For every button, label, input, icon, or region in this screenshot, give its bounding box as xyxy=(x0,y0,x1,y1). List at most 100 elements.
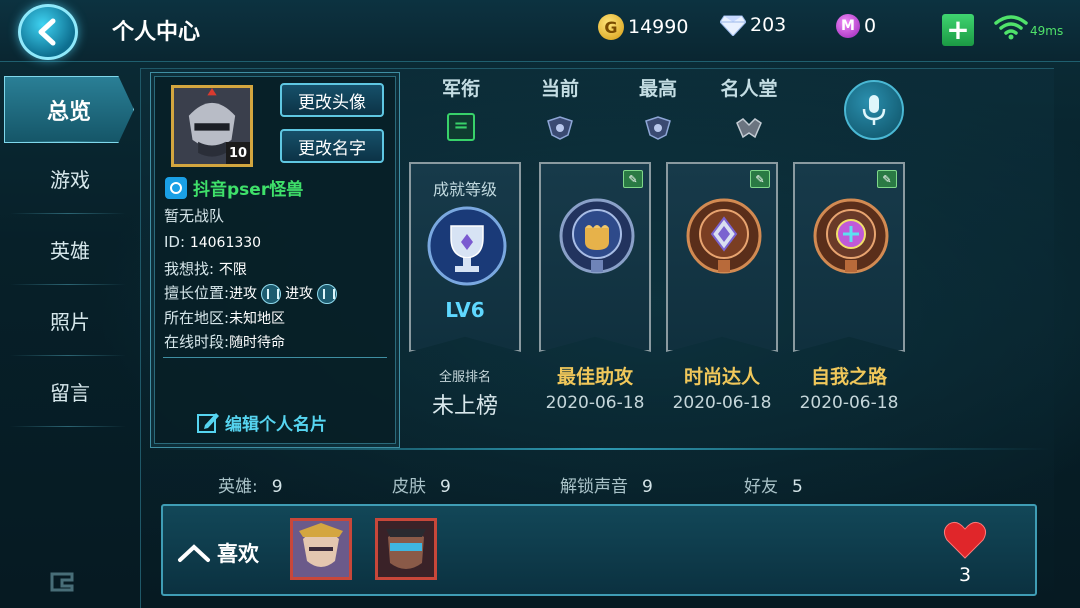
likes-toggle[interactable]: 喜欢 xyxy=(177,538,259,568)
stat-skins-label: 皮肤 xyxy=(392,477,426,497)
achievement-banner[interactable]: ✎ xyxy=(539,162,651,352)
looking-for-value: 不限 xyxy=(218,262,247,278)
nickname-row: 抖音pser怪兽 xyxy=(165,175,303,200)
hero-portrait-icon xyxy=(378,521,434,577)
achievement-level-title: 成就等级 xyxy=(432,180,497,199)
rank-highest[interactable]: 最高 xyxy=(613,74,703,145)
edit-icon xyxy=(197,413,219,433)
stat-voices: 解锁声音 9 xyxy=(560,472,653,497)
nickname: 抖音pser怪兽 xyxy=(193,180,304,200)
edit-card-button[interactable]: 编辑个人名片 xyxy=(195,409,327,435)
achievement-name: 自我之路 xyxy=(810,366,887,388)
achievement-level-value: LV6 xyxy=(445,298,485,322)
ping-value: 49ms xyxy=(1030,24,1064,38)
id-row: ID: 14061330 xyxy=(164,233,261,251)
stat-friends: 好友 5 xyxy=(744,472,803,497)
sidebar-item-messages[interactable]: 留言 xyxy=(0,356,140,427)
looking-for-label: 我想找: xyxy=(164,260,215,278)
achievement-name: 时尚达人 xyxy=(683,366,760,388)
position-value: 进攻 xyxy=(285,286,314,302)
position-attack-icon xyxy=(317,283,338,304)
online-row: 在线时段:随时待命 xyxy=(164,331,285,352)
microphone-icon xyxy=(862,95,886,125)
fist-medal-icon xyxy=(559,198,635,274)
trophy-icon xyxy=(427,206,507,286)
region-row: 所在地区:未知地区 xyxy=(164,307,285,328)
sidebar-item-photos[interactable]: 照片 xyxy=(0,285,140,356)
game-logo-icon xyxy=(50,572,74,592)
edit-icon[interactable]: ✎ xyxy=(750,170,770,188)
achievement-date: 2020-06-18 xyxy=(545,393,645,413)
position-attack-icon xyxy=(261,283,282,304)
avatar[interactable]: 10 xyxy=(171,85,253,167)
rank-equal-icon: = xyxy=(447,113,475,141)
stat-heroes-label: 英雄: xyxy=(218,477,258,497)
sidebar-item-heroes[interactable]: 英雄 xyxy=(0,214,140,285)
hall-of-fame-icon xyxy=(736,118,762,139)
region-label: 所在地区: xyxy=(164,309,230,327)
change-avatar-button[interactable]: 更改头像 xyxy=(280,83,384,117)
online-value: 随时待命 xyxy=(229,335,286,351)
edit-icon[interactable]: ✎ xyxy=(877,170,897,188)
edit-icon[interactable]: ✎ xyxy=(623,170,643,188)
voucher-amount: 0 xyxy=(864,15,877,37)
rank-current-label: 当前 xyxy=(540,78,579,100)
sidebar-item-overview[interactable]: 总览 xyxy=(4,76,134,143)
achievement-banner[interactable]: ✎ xyxy=(666,162,778,352)
likes-bar: 喜欢 3 xyxy=(161,504,1037,596)
rank-current[interactable]: 当前 xyxy=(515,74,605,145)
id-label: ID: xyxy=(164,233,186,251)
stat-skins: 皮肤 9 xyxy=(392,472,451,497)
recharge-button[interactable]: + xyxy=(942,14,974,46)
fashion-medal-icon xyxy=(686,198,762,274)
gold-coin-icon: G xyxy=(598,14,624,40)
rank-military-label: 军衔 xyxy=(441,78,480,100)
positions-label: 擅长位置: xyxy=(164,284,230,302)
diamond-icon xyxy=(720,15,746,36)
voucher-icon: M xyxy=(836,14,860,38)
achievement-banner[interactable]: ✎ xyxy=(793,162,905,352)
sidebar-item-label: 留言 xyxy=(50,381,90,405)
rank-badge-icon xyxy=(547,116,573,140)
likes-label: 喜欢 xyxy=(217,542,259,566)
sidebar-item-label: 照片 xyxy=(50,310,90,334)
gold-amount: 14990 xyxy=(628,16,689,38)
sidebar-item-game[interactable]: 游戏 xyxy=(0,143,140,214)
diamond-amount: 203 xyxy=(750,14,787,36)
rank-hall-of-fame[interactable]: 名人堂 xyxy=(704,74,794,145)
achievement-level-banner[interactable]: 成就等级 LV6 xyxy=(409,162,521,352)
back-button[interactable] xyxy=(18,4,78,60)
stat-heroes-value: 9 xyxy=(271,477,283,497)
region-value: 未知地区 xyxy=(229,311,286,327)
voucher-currency: M 0 xyxy=(836,14,876,38)
liked-hero-thumb[interactable] xyxy=(290,518,352,580)
achievement-date: 2020-06-18 xyxy=(672,393,772,413)
edit-card-label: 编辑个人名片 xyxy=(225,414,327,435)
heart-icon[interactable] xyxy=(943,520,987,560)
stat-voices-value: 9 xyxy=(642,477,653,497)
account-platform-icon xyxy=(165,176,187,199)
achievement-date: 2020-06-18 xyxy=(799,393,899,413)
hero-portrait-icon xyxy=(293,521,349,577)
looking-for-row: 我想找: 不限 xyxy=(164,258,247,279)
chevron-up-icon xyxy=(178,544,210,562)
rank-badge-icon xyxy=(645,116,671,140)
change-name-button[interactable]: 更改名字 xyxy=(280,129,384,163)
server-rank-value: 未上榜 xyxy=(431,394,498,419)
wifi-icon xyxy=(994,15,1028,40)
gold-currency: G 14990 xyxy=(598,14,688,40)
liked-hero-thumb[interactable] xyxy=(375,518,437,580)
positions-row: 擅长位置:进攻 进攻 xyxy=(164,282,341,304)
level-badge: 10 xyxy=(226,142,250,164)
profile-card: 10 更改头像 更改名字 抖音pser怪兽 暂无战队 ID: 14061330 … xyxy=(150,72,400,448)
team-text: 暂无战队 xyxy=(164,207,225,225)
top-bar: 个人中心 G 14990 203 M 0 + 49ms xyxy=(0,0,1080,62)
rank-military: 军衔 = xyxy=(416,74,506,141)
diamond-currency: 203 xyxy=(720,14,786,36)
stat-voices-label: 解锁声音 xyxy=(560,477,628,497)
rank-hall-of-fame-label: 名人堂 xyxy=(720,78,778,100)
arrow-left-icon xyxy=(38,18,56,46)
voice-button[interactable] xyxy=(844,80,904,140)
achievement-name: 最佳助攻 xyxy=(556,366,633,388)
rank-highest-label: 最高 xyxy=(638,78,677,100)
